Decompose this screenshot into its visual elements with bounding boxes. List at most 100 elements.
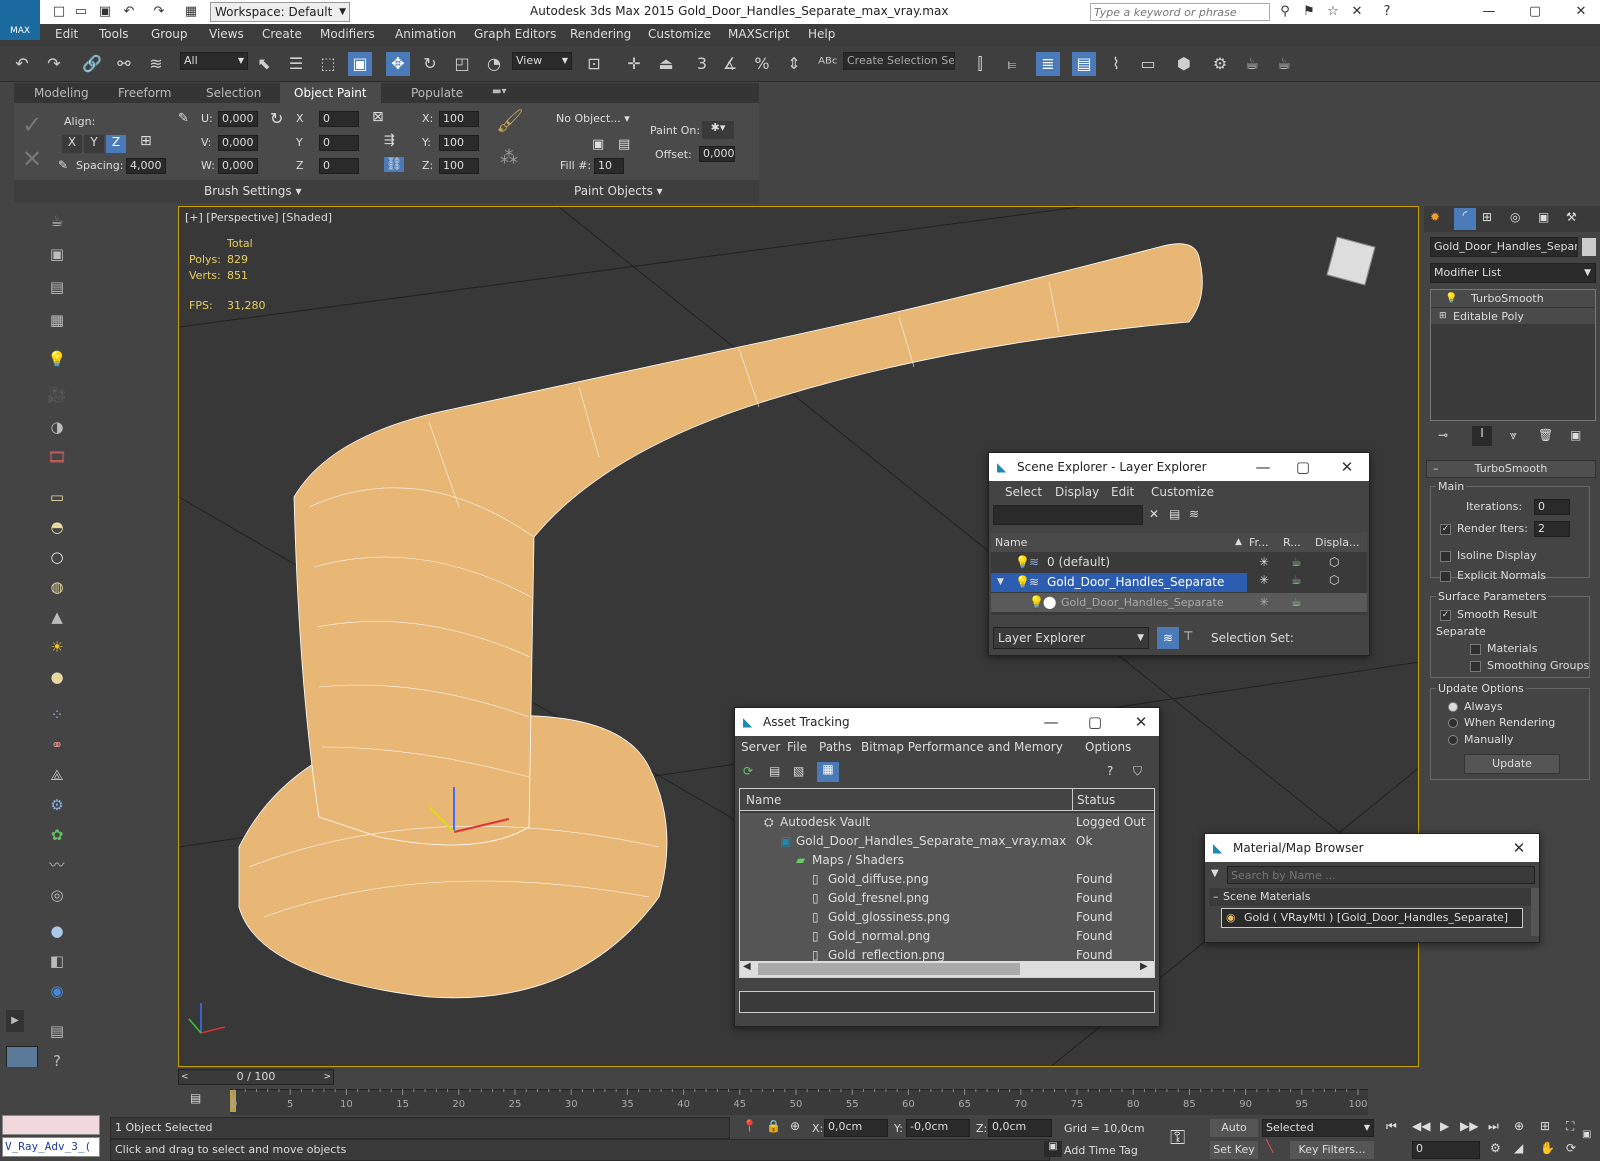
z-coord-field[interactable]: 0,0cm — [988, 1119, 1052, 1137]
scene-materials-group[interactable]: – Scene Materials — [1209, 888, 1531, 906]
scatter-icon[interactable]: ⁂ — [500, 147, 518, 168]
minimize-icon[interactable]: — — [1480, 3, 1498, 21]
move-icon[interactable]: ✥ — [386, 52, 410, 76]
search-input[interactable] — [1090, 3, 1270, 21]
axis-y-button[interactable]: Y — [84, 135, 104, 153]
asset-row[interactable]: ▯ Gold_fresnel.png Found — [740, 889, 1154, 908]
exchange-icon[interactable]: ✕ — [1348, 3, 1366, 21]
explicit-normals-row[interactable]: Explicit Normals — [1440, 569, 1546, 582]
zoom-all-icon[interactable]: ⊞ — [1540, 1119, 1550, 1133]
modifier-list-dropdown[interactable]: Modifier List ▼ — [1430, 263, 1596, 283]
menu-customize[interactable]: Customize — [648, 27, 711, 41]
lightbulb-icon[interactable]: 💡 — [1015, 573, 1030, 592]
col-name[interactable]: Name — [995, 533, 1027, 552]
new-layer-icon[interactable]: ▤ — [1169, 507, 1180, 521]
prev-key-icon[interactable]: ◀◀ — [1412, 1119, 1430, 1133]
rot-z-spinner[interactable]: 0 — [319, 158, 359, 174]
link-icon[interactable]: 🔗 — [80, 52, 104, 76]
undo-icon[interactable]: ↶ — [120, 3, 138, 21]
paint-on-dropdown[interactable]: ✱▾ — [702, 121, 734, 139]
pin-stack-icon[interactable]: ⊸ — [1438, 428, 1448, 442]
menu-display[interactable]: Display — [1055, 485, 1099, 499]
menu-group[interactable]: Group — [151, 27, 188, 41]
radio[interactable] — [1448, 718, 1458, 728]
menu-create[interactable]: Create — [262, 27, 302, 41]
scale-x-spinner[interactable]: 100 — [439, 111, 479, 127]
iterations-spinner[interactable]: 0 — [1534, 499, 1570, 515]
camera-icon[interactable]: 🎥 — [46, 384, 68, 406]
asset-row[interactable]: ⛭Autodesk VaultLogged Out ... — [740, 813, 1154, 848]
menu-maxscript[interactable]: MAXScript — [728, 27, 790, 41]
play-icon[interactable]: ▶ — [1440, 1119, 1449, 1133]
hierarchy-tab-icon[interactable]: ⊞ — [1482, 210, 1492, 224]
undo-icon[interactable]: ↶ — [10, 52, 34, 76]
adaptive-degradation-icon[interactable]: ▣ — [1044, 1141, 1062, 1157]
bind-spacewarp-icon[interactable]: ≋ — [144, 52, 168, 76]
asset-row[interactable]: ▣ Gold_Door_Handles_Separate_max_vray.max… — [740, 832, 1154, 851]
window-crossing-icon[interactable]: ▣ — [348, 52, 372, 76]
edit-object-list-icon[interactable]: ▤ — [618, 137, 630, 152]
v-spinner[interactable]: 0,000 — [218, 135, 258, 151]
binoculars-icon[interactable]: ⚲ — [1276, 3, 1294, 21]
axis-x-button[interactable]: X — [62, 135, 82, 153]
rotate-icon[interactable]: ↻ — [418, 52, 442, 76]
render-iters-spinner[interactable]: 2 — [1534, 521, 1570, 537]
menu-customize[interactable]: Customize — [1151, 485, 1214, 499]
geosphere-icon[interactable]: ◍ — [46, 576, 68, 598]
menu-views[interactable]: Views — [209, 27, 244, 41]
lock-selection-icon[interactable]: 🔒 — [766, 1119, 781, 1133]
film-icon[interactable]: 🎞 — [46, 446, 68, 468]
tab-modeling[interactable]: Modeling — [34, 86, 89, 100]
pick-object-icon[interactable]: ▣ — [592, 137, 604, 152]
col-freeze[interactable]: Fr... — [1249, 533, 1269, 552]
align-grid-icon[interactable]: ⊞ — [140, 133, 152, 149]
menu-rendering[interactable]: Rendering — [570, 27, 631, 41]
expand-icon[interactable]: ⊞ — [1439, 308, 1447, 325]
show-end-result-icon[interactable]: I — [1472, 426, 1492, 446]
layer-explorer-titlebar[interactable]: ◣ Scene Explorer - Layer Explorer — ▢ ✕ — [989, 453, 1369, 481]
redo-icon[interactable]: ↷ — [42, 52, 66, 76]
menu-graph-editors[interactable]: Graph Editors — [474, 27, 556, 41]
rect-selection-icon[interactable]: ⬚ — [316, 52, 340, 76]
clear-search-icon[interactable]: ✕ — [1149, 507, 1159, 521]
asset-row[interactable]: ▯ Gold_diffuse.png Found — [740, 870, 1154, 889]
add-to-layer-icon[interactable]: ≋ — [1189, 507, 1199, 521]
col-display[interactable]: Displa... — [1315, 533, 1360, 552]
menu-help[interactable]: Help — [808, 27, 835, 41]
paint-objects-label[interactable]: Paint Objects ▾ — [574, 184, 663, 198]
no-object-dropdown[interactable]: No Object... ▾ — [556, 112, 630, 125]
stack-item-turbosmooth[interactable]: 💡 TurboSmooth — [1431, 290, 1595, 307]
light-icon[interactable]: 💡 — [46, 348, 68, 370]
subscription-icon[interactable]: ⚑ — [1300, 3, 1318, 21]
particles-icon[interactable]: ⁘ — [46, 704, 68, 726]
set-key-button[interactable]: Set Key — [1210, 1141, 1258, 1159]
make-unique-icon[interactable]: ⩔ — [1510, 428, 1517, 443]
checkbox[interactable]: ✓ — [1440, 609, 1451, 621]
fill-spinner[interactable]: 10 — [594, 158, 624, 174]
stack-item-editable-poly[interactable]: ⊞ Editable Poly — [1431, 307, 1595, 324]
freeze-icon[interactable]: ✳ — [1259, 593, 1269, 612]
zoom-extents-icon[interactable]: ⊕ — [1514, 1119, 1524, 1133]
reference-coord-dropdown[interactable]: View ▼ — [512, 52, 572, 70]
spacing-spinner[interactable]: 4,000 — [126, 158, 166, 174]
curve-editor-mini-icon[interactable]: ▤ — [190, 1091, 201, 1105]
radio[interactable] — [1448, 735, 1458, 745]
checkbox[interactable] — [1470, 643, 1481, 655]
scale-options-icon[interactable]: ⇶ — [384, 133, 395, 148]
checkmark-icon[interactable]: ✓ — [22, 111, 42, 139]
vertical-scrollbar[interactable] — [1531, 888, 1539, 936]
menu-edit[interactable]: Edit — [55, 27, 78, 41]
remove-modifier-icon[interactable]: 🗑 — [1538, 428, 1553, 442]
app-logo[interactable]: MAX — [0, 0, 40, 40]
select-object-icon[interactable]: ⬉ — [252, 52, 276, 76]
material-sphere-icon[interactable]: ● — [46, 920, 68, 942]
isoline-row[interactable]: Isoline Display — [1440, 549, 1537, 562]
lightbulb-icon[interactable]: 💡 — [1015, 553, 1030, 572]
always-radio[interactable]: Always — [1448, 700, 1503, 713]
expand-arrow-icon[interactable]: ▶ — [6, 1010, 24, 1032]
brush-settings-label[interactable]: Brush Settings ▾ — [204, 184, 302, 198]
set-keys-icon[interactable]: ╲ — [1266, 1139, 1273, 1153]
render-icon[interactable]: ☕ — [1291, 553, 1302, 572]
goto-end-icon[interactable]: ⏭ — [1488, 1119, 1499, 1134]
update-button[interactable]: Update — [1464, 754, 1560, 774]
